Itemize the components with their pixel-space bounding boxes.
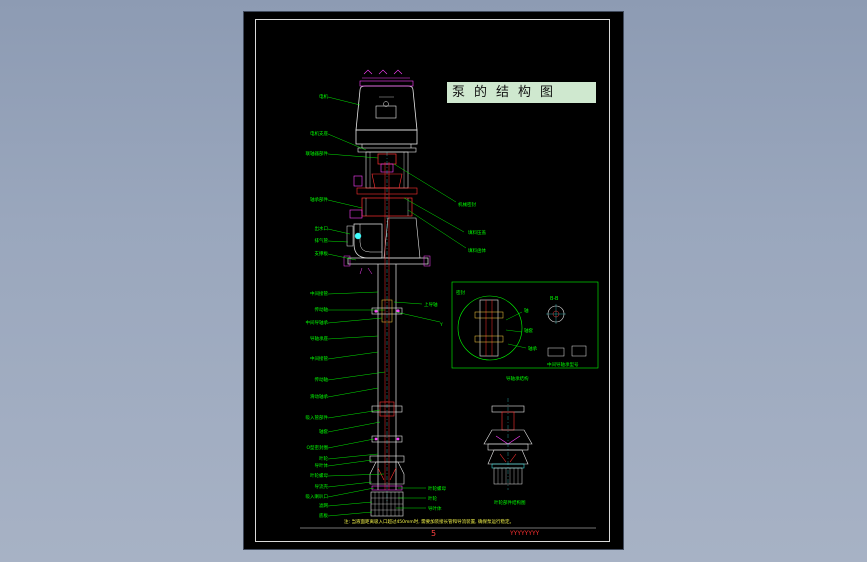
page-number: 5	[431, 529, 437, 538]
callout-label-left: 出水口	[315, 225, 329, 232]
drawing-note: 注: 当液面距离吸入口超过450mm时, 需要加装接长管和导流装置, 确保泵运行…	[344, 520, 515, 525]
leader-lines-right	[393, 163, 467, 509]
impeller-caption: 叶轮部件结构图	[494, 499, 526, 506]
section-label-bb: B-B	[550, 296, 559, 302]
callout-label-left: 滤网	[319, 502, 328, 509]
callout-label-left: 联轴器部件	[306, 150, 329, 157]
callout-label-left: 电机支座	[310, 130, 328, 137]
callout-label-left: 吸入喇叭口	[306, 493, 329, 500]
impeller-assembly: 叶轮部件结构图	[483, 398, 533, 506]
callout-label-left: 叶轮	[319, 455, 328, 462]
callout-label-right: 上导轴	[424, 301, 438, 308]
callout-label-left: 中间接管	[310, 290, 328, 297]
callout-label-left: O型密封圈	[306, 444, 328, 451]
leader-lines-left	[327, 96, 386, 517]
callout-label-right: Y	[439, 322, 443, 328]
callout-label-bowl: 叶轮	[428, 495, 437, 502]
callout-label-left: 导轴承座	[310, 335, 328, 342]
callout-label-bowl: 导叶体	[428, 505, 442, 512]
detail-caption: 导轴承结构	[506, 375, 529, 382]
detail-tag-2: 轴套	[524, 327, 533, 334]
callout-label-left: 滑动轴承	[310, 393, 328, 400]
callout-label-right: 机械密封	[458, 201, 476, 208]
callout-label-left: 中间接管	[310, 355, 328, 362]
detail-tag-1: 轴	[524, 307, 529, 314]
callout-labels-left: 电机电机支座联轴器部件轴承部件出水口排气管支撑板中间接管传动轴中间导轴承导轴承座…	[306, 93, 329, 519]
callout-label-left: 电机	[319, 93, 328, 100]
callout-label-left: 导流壳	[315, 483, 329, 490]
detail-section: B-B 中间导轴承型号 轴 轴套 轴承 密封 导轴承结构	[451, 281, 599, 382]
callout-label-right: 填料压盖	[468, 229, 486, 236]
pump-structure-drawing: 电机电机支座联轴器部件轴承部件出水口排气管支撑板中间接管传动轴中间导轴承导轴承座…	[300, 69, 599, 529]
column-pipe	[369, 152, 405, 502]
detail-tag-3: 轴承	[528, 345, 537, 352]
callout-label-right: 填料函体	[468, 247, 486, 254]
callout-labels-right: 机械密封填料压盖填料函体上导轴 Y 叶轮螺母叶轮导叶体	[424, 201, 486, 512]
callout-label-left: 轴套	[319, 428, 328, 435]
callout-label-left: 导叶体	[315, 462, 329, 469]
detail-tag-4: 密封	[456, 289, 465, 296]
drawing-code: YYYYYYYY	[510, 530, 540, 537]
drawing-sheet: 泵的结构图 电机 电机支座 联轴器部件 轴承部件 出水口 排气管 支撑板 中间接…	[244, 12, 623, 549]
callout-label-left: 吸入管部件	[306, 414, 329, 421]
detail-sub-label: 中间导轴承型号	[547, 361, 579, 368]
callout-label-left: 传动轴	[315, 306, 329, 313]
callout-label-bowl: 叶轮螺母	[428, 485, 446, 492]
callout-label-left: 叶轮螺母	[310, 472, 328, 479]
motor-support	[353, 144, 418, 195]
callout-label-left: 底板	[319, 512, 328, 519]
callout-label-left: 支撑板	[315, 250, 329, 257]
callout-label-left: 轴承部件	[310, 196, 328, 203]
motor	[355, 69, 418, 145]
callout-label-left: 传动轴	[315, 376, 329, 383]
callout-label-left: 中间导轴承	[306, 319, 329, 326]
callout-label-left: 排气管	[315, 237, 329, 244]
